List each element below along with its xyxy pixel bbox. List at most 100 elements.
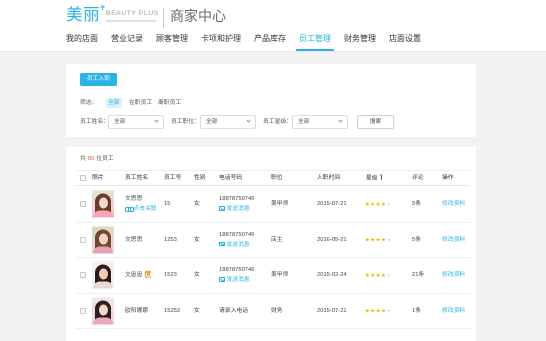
employee-id: 15252 <box>164 307 181 314</box>
employee-name: 欧阳娜娜 <box>125 307 149 314</box>
employee-position: 财务 <box>271 307 283 314</box>
row-checkbox[interactable] <box>80 236 86 243</box>
employee-hire-date: 2015-07-21 <box>317 201 347 208</box>
nav-my-store[interactable]: 我的店面 <box>66 32 98 52</box>
phone-cell: 18878750746 发送消息 <box>219 195 254 213</box>
edit-profile-link[interactable]: 修改资料 <box>442 307 465 315</box>
filter-former-staff[interactable]: 离职员工 <box>156 98 183 108</box>
employee-name-cell: 文思思 点击关联 <box>125 195 157 213</box>
nav-cards-and-care[interactable]: 卡项和护理 <box>201 32 241 52</box>
main-nav: 我的店面 营业记录 顾客管理 卡项和护理 产品库存 员工管理 财务管理 店面设置 <box>66 32 421 52</box>
star-empty-icon <box>386 272 392 278</box>
filter-panel: 员工入职 筛选： 全部 在职员工 离职员工 员工姓名： 全部 员工职位： 全部 … <box>66 64 476 137</box>
nav-staff-management[interactable]: 员工管理 <box>296 32 334 52</box>
chevron-down-icon <box>154 118 159 123</box>
employee-gender: 女 <box>194 307 200 314</box>
employee-star-select[interactable]: 全部 <box>292 115 348 129</box>
employee-name-cell: 文思思 <box>125 271 152 280</box>
star-filled-icon <box>370 272 375 278</box>
star-rating <box>365 272 392 278</box>
photo-shoulders <box>93 246 113 254</box>
send-message-button[interactable]: 发送消息 <box>219 276 254 284</box>
table-row: 文思思 点击关联 15 女 18878750746 发送消息 美甲师 2015-… <box>76 187 470 223</box>
send-message-label: 发送消息 <box>226 277 250 284</box>
employee-photo <box>92 261 114 289</box>
star-empty-icon <box>386 237 392 242</box>
brand-logo-plus: + <box>100 2 106 12</box>
col-header-phone: 电话号码 <box>219 175 243 181</box>
nav-customer-management[interactable]: 顾客管理 <box>156 32 188 52</box>
top-header: 美丽 + BEAUTY PLUS 商家中心 我的店面 营业记录 顾客管理 卡项和… <box>0 0 546 52</box>
star-filled-icon <box>365 272 370 278</box>
search-button[interactable]: 搜索 <box>357 115 394 129</box>
employee-hire-date: 2015-07-21 <box>317 307 347 314</box>
employee-list-panel: 共 85 位员工 照片 员工姓名 员工号 性别 电话号码 职位 入职时间 星级 评论… <box>66 147 476 341</box>
star-filled-icon <box>381 308 386 313</box>
nav-product-inventory[interactable]: 产品库存 <box>254 32 286 52</box>
select-all-checkbox[interactable] <box>80 175 86 181</box>
edit-profile-link[interactable]: 修改资料 <box>442 271 465 279</box>
filter-all[interactable]: 全部 <box>106 98 122 108</box>
row-checkbox[interactable] <box>80 201 86 208</box>
send-message-button[interactable]: 发送消息 <box>219 241 254 249</box>
comment-count: 1条 <box>412 307 422 314</box>
star-rating <box>365 237 392 242</box>
employee-position: 店主 <box>271 236 283 243</box>
star-filled-icon <box>375 308 381 313</box>
send-message-label: 发送消息 <box>226 206 250 213</box>
badge-icon <box>144 271 152 278</box>
star-filled-icon <box>375 237 381 242</box>
filter-active-staff[interactable]: 在职员工 <box>127 98 154 108</box>
photo-shoulders <box>93 317 113 325</box>
photo-face <box>98 233 108 245</box>
nav-store-settings[interactable]: 店面设置 <box>389 32 421 52</box>
star-rating <box>365 201 392 207</box>
nav-business-records[interactable]: 营业记录 <box>111 32 143 52</box>
photo-shoulders <box>93 281 113 289</box>
edit-profile-link[interactable]: 修改资料 <box>442 200 465 208</box>
link-icon <box>125 206 134 212</box>
sort-ascending-icon <box>380 173 384 180</box>
summary-suffix: 位员工 <box>96 156 114 162</box>
employee-hire-date: 2015-02-24 <box>317 272 347 279</box>
nav-finance-management[interactable]: 财务管理 <box>344 32 376 52</box>
employee-name-select-value: 全部 <box>114 119 126 125</box>
employee-name-label: 员工姓名： <box>80 119 109 125</box>
photo-face <box>98 268 108 280</box>
employee-position: 美甲师 <box>271 272 289 279</box>
row-checkbox[interactable] <box>80 272 86 279</box>
chevron-down-icon <box>246 118 251 123</box>
comment-count: 5条 <box>412 236 422 243</box>
employee-star-select-value: 全部 <box>298 119 310 125</box>
filter-label: 筛选： <box>80 100 98 106</box>
link-account-button[interactable]: 点击关联 <box>125 205 157 213</box>
star-filled-icon <box>370 201 375 207</box>
employee-position-select[interactable]: 全部 <box>200 115 256 129</box>
onboard-employee-button[interactable]: 员工入职 <box>80 73 117 86</box>
employee-name-select[interactable]: 全部 <box>108 115 164 129</box>
chevron-down-icon <box>338 118 343 123</box>
employee-position: 美甲师 <box>271 201 289 208</box>
brand-logo[interactable]: 美丽 <box>66 5 100 25</box>
star-filled-icon <box>375 272 381 278</box>
employee-count-summary: 共 85 位员工 <box>80 155 114 163</box>
col-header-name: 员工姓名 <box>125 175 149 181</box>
employee-photo <box>92 190 114 218</box>
envelope-icon <box>219 277 225 282</box>
employee-gender: 女 <box>194 236 200 243</box>
employee-name: 文思思 <box>125 272 143 279</box>
col-header-rating[interactable]: 星级 <box>366 173 384 183</box>
edit-profile-link[interactable]: 修改资料 <box>442 236 465 244</box>
star-filled-icon <box>370 237 375 242</box>
employee-photo <box>92 226 114 254</box>
col-header-position: 职位 <box>271 175 283 181</box>
table-row: 文思思 1253 女 18878750746 发送消息 店主 2016-05-2… <box>76 223 470 258</box>
send-message-button[interactable]: 发送消息 <box>219 205 254 213</box>
row-checkbox[interactable] <box>80 307 86 314</box>
phone-number: 请录入电话 <box>219 307 248 314</box>
employee-name: 文思思 <box>125 236 143 243</box>
table-row: 文思思 1523 女 18878750746 发送消息 美甲师 2015-02-… <box>76 258 470 294</box>
employee-id: 1523 <box>164 272 177 279</box>
summary-prefix: 共 <box>80 156 86 162</box>
send-message-label: 发送消息 <box>226 241 250 248</box>
